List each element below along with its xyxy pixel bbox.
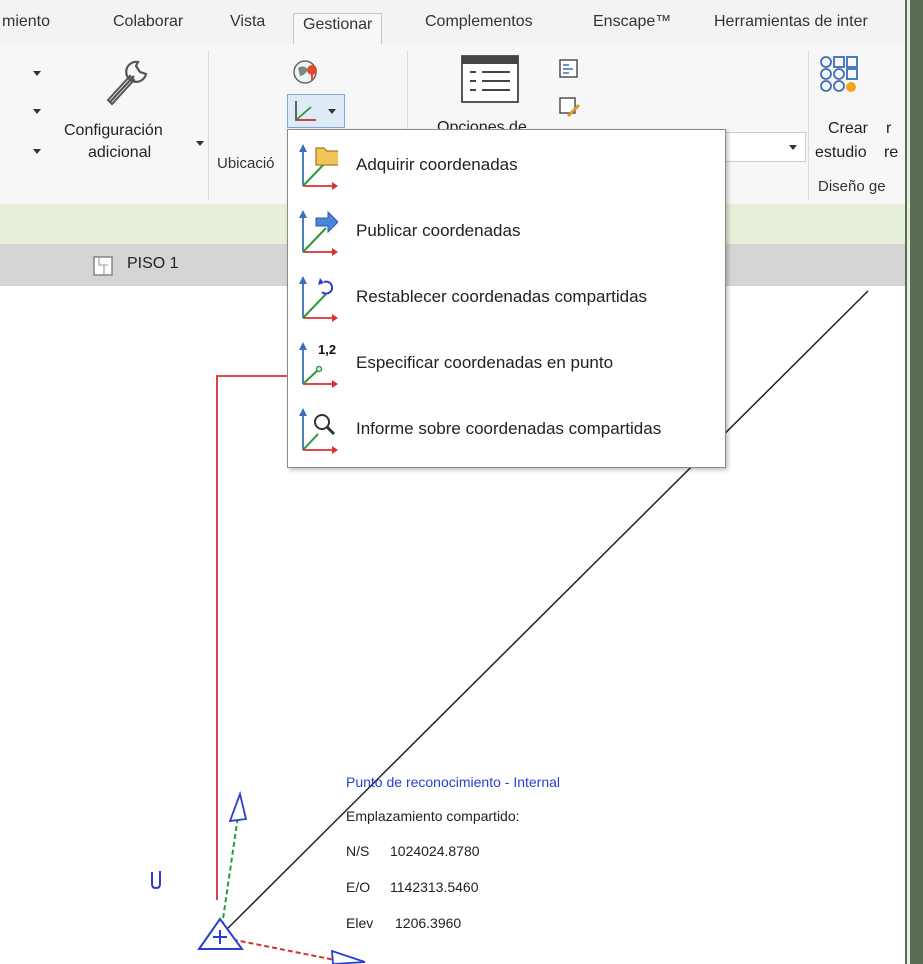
tab-complementos[interactable]: Complementos bbox=[425, 11, 533, 44]
tab-modelado[interactable]: miento bbox=[2, 11, 50, 44]
elev-value: 1206.3960 bbox=[395, 915, 462, 931]
wrench-icon[interactable] bbox=[100, 52, 156, 110]
menu-item-adquirir[interactable]: Adquirir coordenadas bbox=[289, 136, 724, 196]
coordinates-dropdown-button[interactable] bbox=[287, 94, 345, 128]
menu-item-label: Especificar coordenadas en punto bbox=[356, 353, 614, 372]
ribbon-separator bbox=[808, 50, 809, 200]
options-list-icon[interactable] bbox=[460, 54, 520, 104]
tab-herramientas[interactable]: Herramientas de inter bbox=[714, 11, 868, 44]
paperclip-icon[interactable] bbox=[150, 868, 162, 890]
design-options-icon[interactable] bbox=[558, 58, 580, 80]
ns-value: 1024024.8780 bbox=[390, 843, 480, 859]
elev-label: Elev bbox=[346, 915, 374, 931]
publish-coordinates-icon bbox=[299, 210, 338, 256]
design-options-select[interactable] bbox=[724, 132, 806, 162]
menu-item-restablecer[interactable]: Restablecer coordenadas compartidas bbox=[289, 268, 724, 328]
menu-item-label: Adquirir coordenadas bbox=[356, 155, 518, 174]
chevron-down-icon bbox=[328, 109, 336, 114]
tab-vista[interactable]: Vista bbox=[230, 11, 265, 44]
menu-item-label: Informe sobre coordenadas compartidas bbox=[356, 419, 662, 438]
chevron-down-icon[interactable] bbox=[33, 71, 41, 76]
tab-colaborar[interactable]: Colaborar bbox=[113, 11, 183, 44]
floor-plan-icon bbox=[93, 256, 113, 276]
ribbon-tab-bar: miento Colaborar Vista Gestionar Complem… bbox=[0, 0, 905, 45]
survey-point-subtitle: Emplazamiento compartido: bbox=[346, 808, 520, 824]
ribbon-separator bbox=[208, 50, 209, 200]
tab-enscape[interactable]: Enscape™ bbox=[593, 11, 671, 44]
coordinates-icon bbox=[295, 101, 316, 121]
panel-label-ubicacion: Ubicació bbox=[217, 155, 275, 172]
svg-text:1,2: 1,2 bbox=[318, 342, 336, 357]
tab-gestionar[interactable]: Gestionar bbox=[293, 13, 383, 45]
crear-label[interactable]: Crear bbox=[828, 120, 868, 138]
acquire-coordinates-icon bbox=[299, 144, 338, 190]
chevron-down-icon[interactable] bbox=[33, 109, 41, 114]
estudio-label[interactable]: estudio bbox=[815, 144, 867, 162]
chevron-down-icon[interactable] bbox=[33, 149, 41, 154]
menu-item-label: Restablecer coordenadas compartidas bbox=[356, 287, 648, 306]
partial-label-2[interactable]: re bbox=[884, 144, 898, 162]
location-globe-icon[interactable] bbox=[292, 58, 322, 86]
menu-item-informe[interactable]: Informe sobre coordenadas compartidas bbox=[289, 400, 724, 460]
coordinates-menu: Adquirir coordenadas Publicar coordenada… bbox=[287, 129, 726, 468]
chevron-down-icon[interactable] bbox=[196, 141, 204, 146]
view-tab-piso1[interactable]: PISO 1 bbox=[127, 255, 179, 273]
report-coordinates-icon bbox=[299, 408, 338, 454]
edit-options-icon[interactable] bbox=[558, 96, 582, 120]
partial-label[interactable]: r bbox=[886, 120, 891, 138]
chevron-down-icon bbox=[789, 145, 797, 150]
eo-label: E/O bbox=[346, 879, 371, 895]
panel-label-diseno: Diseño ge bbox=[818, 178, 886, 195]
specify-coordinates-icon: 1,2 bbox=[299, 342, 338, 388]
generative-study-icon[interactable] bbox=[818, 54, 858, 94]
window-edge bbox=[905, 0, 923, 964]
survey-point-title: Punto de reconocimiento - Internal bbox=[346, 774, 561, 790]
menu-item-publicar[interactable]: Publicar coordenadas bbox=[289, 202, 724, 262]
ns-label: N/S bbox=[346, 843, 370, 859]
menu-item-label: Publicar coordenadas bbox=[356, 221, 521, 240]
eo-value: 1142313.5460 bbox=[390, 879, 479, 895]
config-label-2[interactable]: adicional bbox=[88, 144, 151, 162]
reset-coordinates-icon bbox=[299, 276, 338, 322]
config-label-1[interactable]: Configuración bbox=[64, 122, 163, 140]
menu-item-especificar[interactable]: 1,2 Especificar coordenadas en punto bbox=[289, 334, 724, 394]
